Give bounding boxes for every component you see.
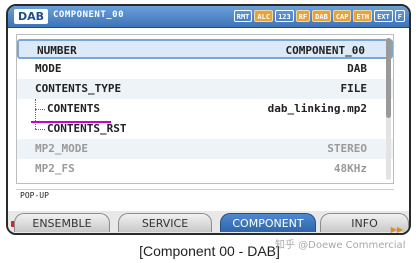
status-badge-rmt: RMT [233, 10, 253, 22]
row-value: STEREO [327, 142, 367, 155]
status-badge-cap: CAP [332, 10, 352, 22]
status-badges: RMT ALC 123 RF DAB CAP ETH EXT F [233, 10, 405, 22]
row-mp2-mode: MP2_MODE STEREO [17, 139, 393, 159]
status-badge-rf: RF [295, 10, 311, 22]
row-value: 48KHz [333, 162, 367, 175]
status-badge-123: 123 [275, 10, 294, 22]
row-number[interactable]: NUMBER COMPONENT_00 [17, 39, 393, 59]
status-badge-alc: ALC [254, 10, 274, 22]
row-label: MODE [35, 62, 62, 75]
status-badge-eth: ETH [353, 10, 373, 22]
row-label: CONTENTS_TYPE [35, 82, 122, 95]
row-contents-type[interactable]: CONTENTS_TYPE FILE [17, 79, 393, 99]
row-value: FILE [340, 82, 368, 95]
tab-service[interactable]: SERVICE [118, 213, 212, 232]
row-mp2-fs: MP2_FS 48KHz [17, 159, 393, 179]
row-label: NUMBER [37, 44, 77, 57]
scroll-thumb[interactable] [386, 38, 391, 118]
device-screen: DAB COMPONENT_00 RMT ALC 123 RF DAB CAP … [6, 4, 411, 235]
scrollbar[interactable] [386, 38, 391, 180]
highlight-underline [31, 121, 111, 123]
mode-badge: DAB [14, 9, 49, 24]
status-badge-f: F [394, 10, 405, 22]
status-badge-ext: EXT [374, 10, 393, 22]
row-mode[interactable]: MODE DAB [17, 59, 393, 79]
row-contents[interactable]: CONTENTS dab_linking.mp2 [17, 99, 393, 119]
tab-info-label: INFO [351, 217, 378, 230]
row-label: CONTENTS [47, 102, 100, 115]
double-arrow-right-icon: ▶▶ [390, 225, 403, 234]
row-value: COMPONENT_00 [285, 44, 365, 57]
property-list: NUMBER COMPONENT_00 MODE DAB CONTENTS_TY… [16, 34, 394, 184]
tree-connector [35, 99, 36, 129]
tab-info[interactable]: INFO ▶▶ [320, 213, 409, 234]
watermark: 知乎 @Doewe Commercial [275, 240, 406, 251]
tree-connector [35, 129, 45, 130]
popup-area: POP-UP [16, 189, 394, 204]
tab-bar: ENSEMBLE SERVICE COMPONENT INFO ▶▶ [8, 211, 409, 233]
popup-label: POP-UP [20, 191, 49, 200]
tree-connector [35, 109, 45, 110]
row-value: DAB [347, 62, 367, 75]
header-bar: DAB COMPONENT_00 RMT ALC 123 RF DAB CAP … [8, 6, 409, 28]
tab-component[interactable]: COMPONENT [220, 213, 316, 232]
header-title: COMPONENT_00 [53, 10, 125, 20]
status-badge-dab: DAB [312, 10, 331, 22]
row-value: dab_linking.mp2 [267, 102, 367, 115]
tab-ensemble[interactable]: ENSEMBLE [14, 213, 110, 232]
row-label: MP2_MODE [35, 142, 88, 155]
row-label: MP2_FS [35, 162, 75, 175]
